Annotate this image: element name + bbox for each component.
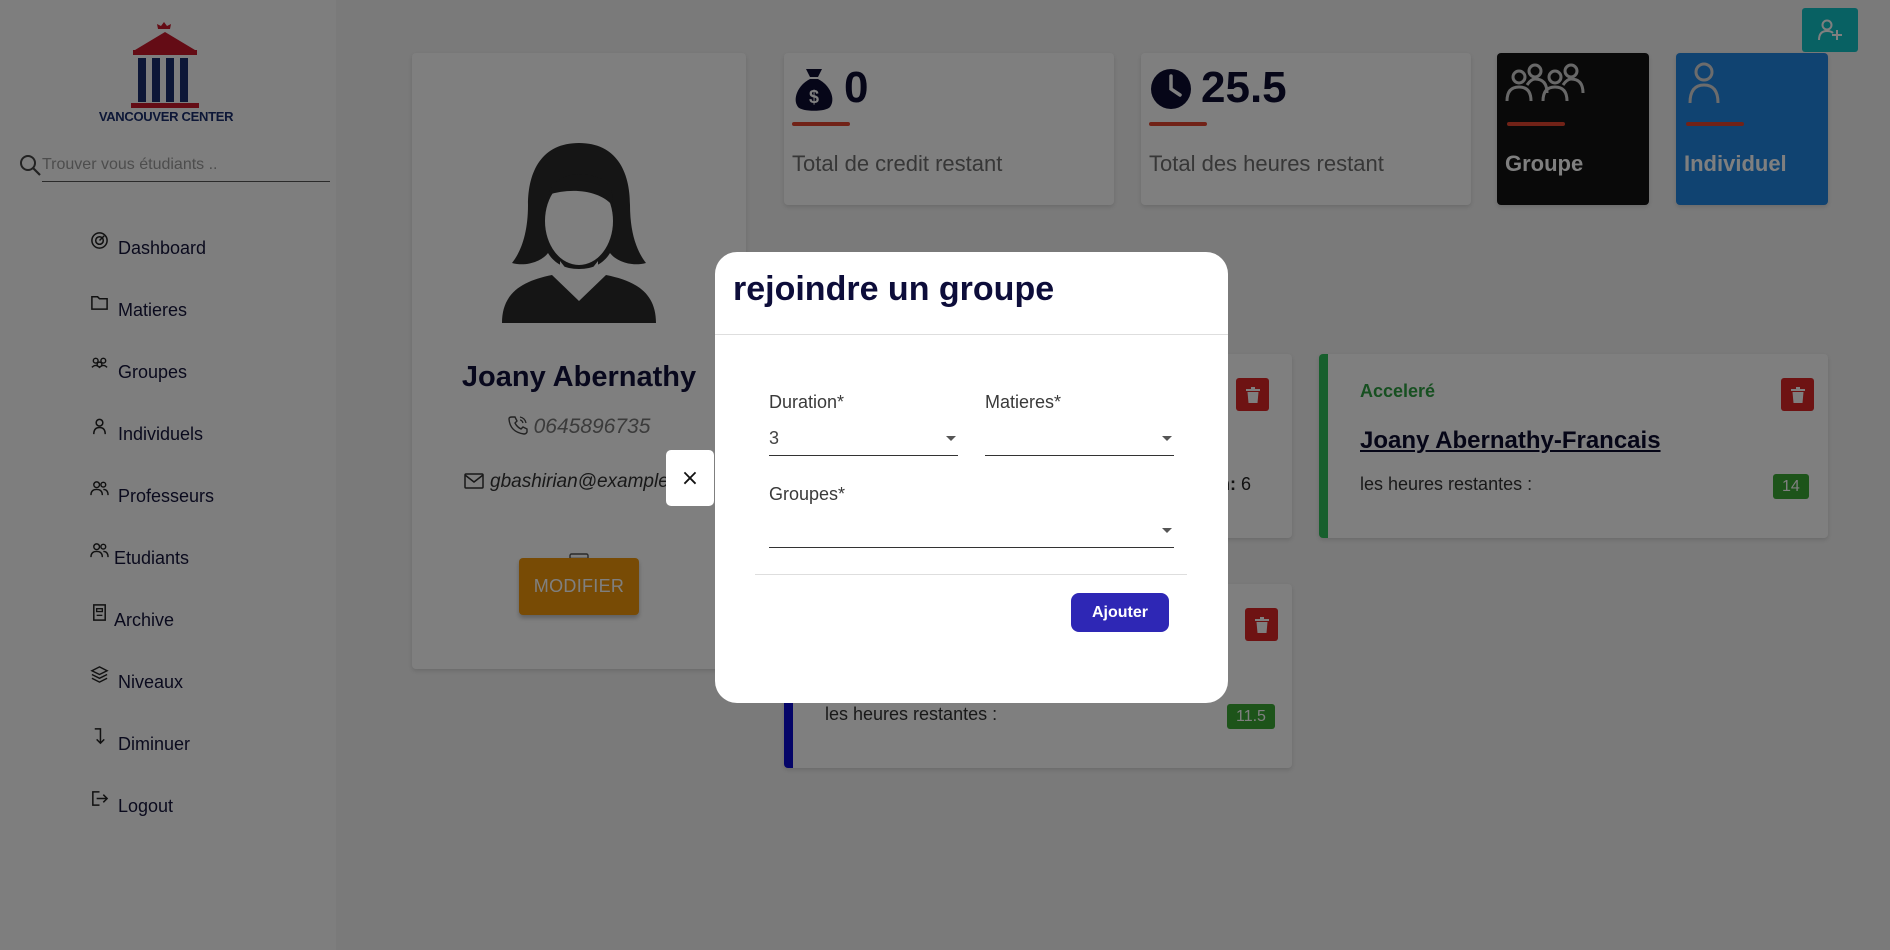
duration-label: Duration* — [769, 392, 845, 412]
modal-close-button[interactable]: × — [666, 450, 714, 506]
matieres-label: Matieres* — [985, 392, 1062, 412]
chevron-down-icon — [1162, 436, 1172, 441]
matieres-select[interactable] — [985, 428, 1174, 456]
groupes-select[interactable] — [769, 520, 1174, 548]
duration-value: 3 — [769, 428, 780, 448]
groupes-label: Groupes* — [769, 484, 846, 504]
divider — [715, 334, 1228, 335]
modal-title: rejoindre un groupe — [733, 270, 1055, 308]
chevron-down-icon — [946, 436, 956, 441]
join-group-modal: rejoindre un groupe Duration* 3 Matieres… — [715, 252, 1228, 703]
duration-select[interactable]: 3 — [769, 428, 958, 456]
chevron-down-icon — [1162, 528, 1172, 533]
divider — [755, 574, 1187, 575]
add-button[interactable]: Ajouter — [1071, 593, 1169, 632]
